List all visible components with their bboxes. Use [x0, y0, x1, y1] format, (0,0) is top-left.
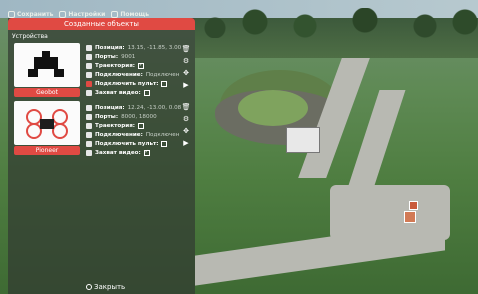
device-actions: 🗑 ⚙ ✥ ▶ — [181, 103, 191, 147]
position-row: Позиция: 13.15, -11.85, 3.00 — [86, 43, 191, 52]
settings-icon — [59, 10, 67, 18]
section-title: Устройства — [12, 33, 48, 40]
video-row: Захват видео: — [86, 88, 191, 97]
remote-icon — [86, 80, 92, 87]
device-info: Позиция: 13.15, -11.85, 3.00 Порты: 9001 Т… — [86, 43, 191, 97]
trajectory-checkbox[interactable] — [138, 122, 145, 129]
move-icon[interactable]: ✥ — [182, 69, 190, 77]
trajectory-checkbox[interactable]: ✓ — [138, 62, 145, 69]
help-menu[interactable]: Помощь — [111, 10, 149, 18]
camera-icon[interactable]: ▶ — [182, 139, 190, 147]
remote-checkbox[interactable] — [161, 140, 168, 147]
video-checkbox[interactable]: ✓ — [143, 149, 150, 156]
device-thumbnail — [14, 101, 80, 145]
simulation-viewport[interactable]: Сохранить Настройки Помощь Созданные объ… — [0, 0, 478, 294]
start-marker — [404, 211, 416, 223]
remote-row: Подключить пульт: — [86, 139, 191, 148]
panel-title: Созданные объекты — [8, 18, 195, 30]
ports-row: Порты: 9001 — [86, 52, 191, 61]
objects-panel: Созданные объекты Устройства Geobot Пози… — [8, 18, 195, 294]
ports-row: Порты: 8000, 18000 — [86, 112, 191, 121]
camera-icon[interactable]: ▶ — [182, 81, 190, 89]
device-info: Позиция: 12.24, -13.00, 0.08 Порты: 8000, … — [86, 103, 191, 157]
location-icon — [86, 104, 92, 111]
gear-icon[interactable]: ⚙ — [182, 57, 190, 65]
gear-icon[interactable]: ⚙ — [182, 115, 190, 123]
delete-icon[interactable]: 🗑 — [182, 103, 191, 111]
close-button[interactable]: Закрыть — [86, 283, 125, 291]
settings-menu[interactable]: Настройки — [59, 10, 105, 18]
device-actions: 🗑 ⚙ ✥ ▶ — [181, 45, 191, 89]
remote-checkbox[interactable] — [161, 80, 168, 87]
monitor-icon — [86, 71, 92, 78]
remote-icon — [86, 140, 92, 147]
video-icon — [86, 89, 92, 96]
connection-row: Подключение: Подключен — [86, 130, 191, 139]
move-icon[interactable]: ✥ — [182, 127, 190, 135]
trajectory-row: Траектория: — [86, 121, 191, 130]
device-card-geobot: Geobot — [14, 43, 80, 97]
grass-plateau — [238, 90, 308, 126]
position-row: Позиция: 12.24, -13.00, 0.08 — [86, 103, 191, 112]
start-marker — [409, 201, 418, 210]
building — [286, 127, 320, 153]
monitor-icon — [86, 131, 92, 138]
location-icon — [86, 44, 92, 51]
geobot-icon — [28, 51, 64, 77]
trajectory-row: Траектория: ✓ — [86, 61, 191, 70]
save-icon — [8, 10, 15, 18]
device-select-button[interactable]: Geobot — [14, 88, 80, 97]
close-icon — [86, 284, 92, 290]
save-menu[interactable]: Сохранить — [8, 10, 53, 18]
road-segment — [330, 185, 450, 240]
trajectory-icon — [86, 62, 92, 69]
device-thumbnail — [14, 43, 80, 87]
ports-icon — [86, 113, 92, 120]
video-icon — [86, 149, 92, 156]
video-checkbox[interactable] — [143, 89, 150, 96]
tree-line — [195, 8, 478, 38]
connection-row: Подключение: Подключен — [86, 70, 191, 79]
delete-icon[interactable]: 🗑 — [182, 45, 191, 53]
device-select-button[interactable]: Pioneer — [14, 146, 80, 155]
ports-icon — [86, 53, 92, 60]
help-icon — [111, 10, 119, 18]
device-card-pioneer: Pioneer — [14, 101, 80, 155]
remote-row: Подключить пульт: — [86, 79, 191, 88]
video-row: Захват видео: ✓ — [86, 148, 191, 157]
pioneer-drone-icon — [26, 109, 68, 139]
trajectory-icon — [86, 122, 92, 129]
close-label: Закрыть — [94, 283, 126, 291]
